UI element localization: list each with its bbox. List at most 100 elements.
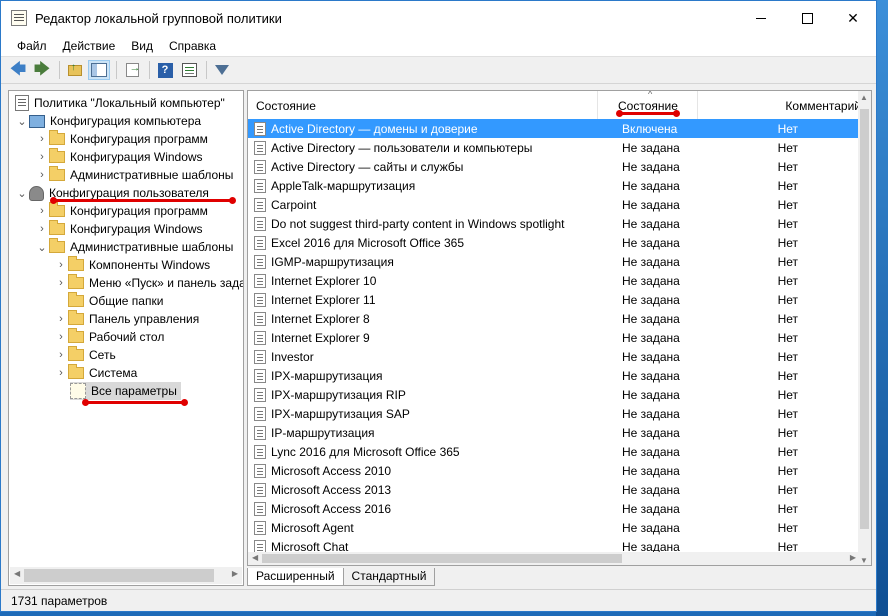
folder-icon <box>68 328 84 343</box>
scroll-down-icon[interactable]: ▼ <box>860 556 868 565</box>
minimize-button[interactable] <box>738 1 784 35</box>
table-row[interactable]: Active Directory — пользователи и компью… <box>248 138 860 157</box>
menu-action[interactable]: Действие <box>55 35 124 57</box>
toolbar: 🡄 🡆 ? <box>1 57 876 84</box>
scrollbar-thumb[interactable] <box>24 569 214 582</box>
help-button[interactable]: ? <box>154 60 176 80</box>
back-button[interactable]: 🡄 <box>7 60 29 80</box>
tree-item-cc-admin[interactable]: › Административные шаблоны <box>35 166 233 184</box>
row-comment: Нет <box>777 444 798 459</box>
table-row[interactable]: Internet Explorer 8 Не задана Нет <box>248 309 860 328</box>
row-name-cell: Microsoft Access 2013 <box>248 482 614 497</box>
chevron-right-icon[interactable]: › <box>54 313 68 325</box>
menu-help[interactable]: Справка <box>161 35 224 57</box>
row-name: Active Directory — домены и доверие <box>271 121 478 136</box>
chevron-right-icon[interactable]: › <box>35 223 49 235</box>
table-row[interactable]: Carpoint Не задана Нет <box>248 195 860 214</box>
scroll-up-icon[interactable]: ▲ <box>860 93 868 102</box>
table-row[interactable]: Microsoft Agent Не задана Нет <box>248 518 860 537</box>
chevron-down-icon[interactable]: ⌄ <box>35 241 49 254</box>
up-one-level-button[interactable] <box>64 60 86 80</box>
table-row[interactable]: Do not suggest third-party content in Wi… <box>248 214 860 233</box>
filter-button[interactable] <box>211 60 233 80</box>
tree-item-control-panel[interactable]: › Панель управления <box>54 310 199 328</box>
table-row[interactable]: Microsoft Access 2010 Не задана Нет <box>248 461 860 480</box>
tab-standard[interactable]: Стандартный <box>342 568 436 586</box>
table-row[interactable]: IPX-маршрутизация RIP Не задана Нет <box>248 385 860 404</box>
column-header-comment[interactable]: Комментарий <box>698 91 871 119</box>
table-row[interactable]: Active Directory — домены и доверие Включ… <box>248 119 860 138</box>
chevron-right-icon[interactable]: › <box>54 277 68 289</box>
chevron-down-icon[interactable]: ⌄ <box>15 115 29 128</box>
table-row[interactable]: IPX-маршрутизация Не задана Нет <box>248 366 860 385</box>
title-bar[interactable]: Редактор локальной групповой политики ✕ <box>1 1 876 35</box>
table-row[interactable]: Microsoft Access 2013 Не задана Нет <box>248 480 860 499</box>
scroll-right-icon[interactable]: ▶ <box>232 569 238 578</box>
tab-extended[interactable]: Расширенный <box>247 568 344 586</box>
chevron-right-icon[interactable]: › <box>54 259 68 271</box>
policy-setting-icon <box>254 197 266 212</box>
chevron-down-icon[interactable]: ⌄ <box>15 187 29 200</box>
row-comment: Нет <box>777 216 798 231</box>
close-button[interactable]: ✕ <box>830 1 876 35</box>
tree-item-all-settings[interactable]: Все параметры <box>70 382 181 400</box>
chevron-right-icon[interactable]: › <box>35 133 49 145</box>
menu-file[interactable]: Файл <box>9 35 55 57</box>
scroll-right-icon[interactable]: ▶ <box>850 553 856 562</box>
menu-view[interactable]: Вид <box>123 35 161 57</box>
row-state: Не задана <box>622 463 680 478</box>
tree-item-cc-windows[interactable]: › Конфигурация Windows <box>35 148 203 166</box>
chevron-right-icon[interactable]: › <box>35 151 49 163</box>
export-list-button[interactable] <box>121 60 143 80</box>
table-row[interactable]: Internet Explorer 10 Не задана Нет <box>248 271 860 290</box>
chevron-right-icon[interactable]: › <box>54 349 68 361</box>
tree-item-uc-admin[interactable]: ⌄ Административные шаблоны <box>35 238 233 256</box>
table-row[interactable]: Investor Не задана Нет <box>248 347 860 366</box>
tree-item-uc-windows[interactable]: › Конфигурация Windows <box>35 220 203 238</box>
tree-item-computer-config[interactable]: ⌄ Конфигурация компьютера <box>15 112 201 130</box>
row-name: Microsoft Agent <box>271 520 354 535</box>
table-row[interactable]: IGMP-маршрутизация Не задана Нет <box>248 252 860 271</box>
table-row[interactable]: Active Directory — сайты и службы Не зада… <box>248 157 860 176</box>
row-state: Не задана <box>622 311 680 326</box>
column-header-name[interactable]: Состояние <box>248 91 598 119</box>
scrollbar-thumb[interactable] <box>262 554 622 563</box>
properties-button[interactable] <box>178 60 200 80</box>
content-area: Политика "Локальный компьютер" ⌄ Конфигу… <box>8 90 872 586</box>
scroll-left-icon[interactable]: ◀ <box>252 553 258 562</box>
tree-item-root[interactable]: Политика "Локальный компьютер" <box>15 94 225 112</box>
scrollbar-thumb[interactable] <box>860 109 869 529</box>
table-row[interactable]: Excel 2016 для Microsoft Office 365 Не за… <box>248 233 860 252</box>
table-row[interactable]: Internet Explorer 11 Не задана Нет <box>248 290 860 309</box>
tree-item-cc-programs[interactable]: › Конфигурация программ <box>35 130 208 148</box>
show-hide-tree-button[interactable] <box>88 60 110 80</box>
chevron-right-icon[interactable]: › <box>35 205 49 217</box>
list-horizontal-scrollbar[interactable]: ◀ ▶ <box>248 552 860 565</box>
chevron-right-icon[interactable]: › <box>54 367 68 379</box>
tree-horizontal-scrollbar[interactable]: ◀ ▶ <box>10 567 242 584</box>
tree-item-windows-components[interactable]: › Компоненты Windows <box>54 256 210 274</box>
forward-button[interactable]: 🡆 <box>31 60 53 80</box>
table-row[interactable]: Internet Explorer 9 Не задана Нет <box>248 328 860 347</box>
maximize-button[interactable] <box>784 1 830 35</box>
tree-item-network[interactable]: › Сеть <box>54 346 116 364</box>
tree-item-shared-folders[interactable]: Общие папки <box>54 292 163 310</box>
tree-item-system[interactable]: › Система <box>54 364 137 382</box>
desktop-background <box>876 0 888 616</box>
scroll-left-icon[interactable]: ◀ <box>14 569 20 578</box>
chevron-right-icon[interactable]: › <box>35 169 49 181</box>
table-row[interactable]: Lync 2016 для Microsoft Office 365 Не зад… <box>248 442 860 461</box>
list-vertical-scrollbar[interactable]: ▲ ▼ <box>858 91 871 565</box>
table-row[interactable]: AppleTalk-маршрутизация Не задана Нет <box>248 176 860 195</box>
tree-item-uc-programs[interactable]: › Конфигурация программ <box>35 202 208 220</box>
table-row[interactable]: IP-маршрутизация Не задана Нет <box>248 423 860 442</box>
table-row[interactable]: IPX-маршрутизация SAP Не задана Нет <box>248 404 860 423</box>
tree-item-desktop[interactable]: › Рабочий стол <box>54 328 164 346</box>
tree-item-label: Система <box>89 366 138 380</box>
table-row[interactable]: Microsoft Access 2016 Не задана Нет <box>248 499 860 518</box>
policy-setting-icon <box>254 482 266 497</box>
tree-item-start-menu[interactable]: › Меню «Пуск» и панель задач <box>54 274 243 292</box>
row-name-cell: Internet Explorer 9 <box>248 330 614 345</box>
chevron-right-icon[interactable]: › <box>54 331 68 343</box>
policy-setting-icon <box>254 425 266 440</box>
